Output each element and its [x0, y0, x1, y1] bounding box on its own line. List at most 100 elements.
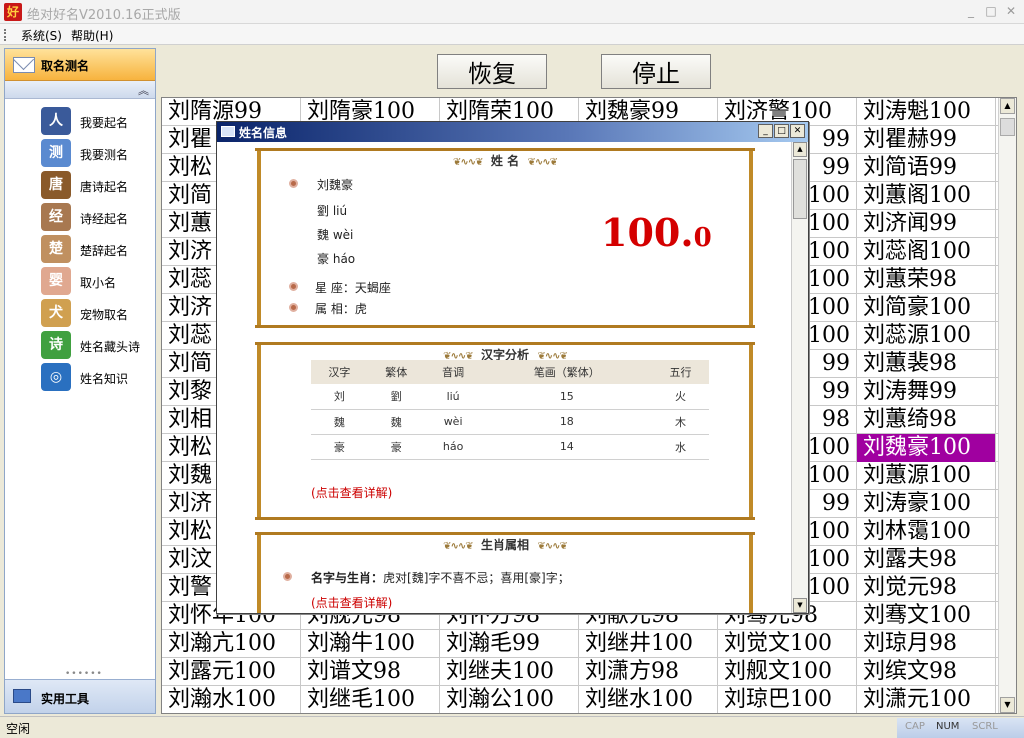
name-cell[interactable]: 刘林霭100 [857, 518, 996, 546]
hanzi-table: 汉字 繁体 音调 笔画（繁体） 五行 刘劉 liú 15 火魏魏 wèi 18 木豪豪 háo 14 水 [311, 360, 709, 460]
name-cell[interactable]: 刘继井100 [579, 630, 718, 658]
menu-help[interactable]: 帮助(H) [71, 27, 113, 44]
sidebar-header-naming[interactable]: 取名测名 [5, 49, 155, 81]
name-cell[interactable]: 刘蕙绮98 [857, 406, 996, 434]
dialog-close-icon[interactable]: ✕ [790, 124, 805, 138]
hanzi-table-header: 笔画（繁体） [481, 360, 653, 384]
name-cell[interactable]: 刘觉文100 [718, 630, 857, 658]
full-name: 刘魏豪 [317, 178, 354, 192]
char-1: 劉 liú [317, 204, 348, 218]
name-cell[interactable]: 刘涛豪100 [857, 490, 996, 518]
dialog-minimize-icon[interactable]: _ [758, 124, 773, 138]
sidebar-item-label: 唐诗起名 [80, 180, 129, 194]
name-cell[interactable]: 刘涛舞99 [857, 378, 996, 406]
name-cell[interactable]: 刘舰文100 [718, 658, 857, 686]
name-cell[interactable]: 刘继夫100 [440, 658, 579, 686]
name-cell[interactable]: 刘蕙源100 [857, 462, 996, 490]
hanzi-table-header: 繁体 [367, 360, 425, 384]
hanzi-table-row: 刘劉 liú 15 火 [311, 384, 709, 410]
name-cell[interactable]: 刘蕙荣98 [857, 266, 996, 294]
hanzi-table-row: 魏魏 wèi 18 木 [311, 409, 709, 435]
zodiac-detail-link[interactable]: (点击查看详解) [311, 594, 392, 611]
name-cell[interactable]: 刘露元100 [162, 658, 301, 686]
bullet-icon [289, 179, 298, 188]
sidebar-item[interactable]: 楚楚辞起名 [5, 233, 155, 265]
sidebar-tools-button[interactable]: 实用工具 [5, 679, 155, 713]
sidebar-item[interactable]: 犬宠物取名 [5, 297, 155, 329]
name-cell[interactable]: 刘简豪100 [857, 294, 996, 322]
stop-button[interactable]: 停止 [601, 54, 711, 89]
name-cell[interactable]: 刘瀚公100 [440, 686, 579, 713]
shijing-icon: 经 [41, 203, 71, 231]
hanzi-table-cell: 刘 [311, 384, 368, 410]
name-cell[interactable]: 刘蕊阁100 [857, 238, 996, 266]
name-cell[interactable]: 刘蕙裴98 [857, 350, 996, 378]
name-cell[interactable]: 刘觉元98 [857, 574, 996, 602]
sidebar-header-label: 取名测名 [41, 59, 90, 73]
name-cell[interactable]: 刘继水100 [579, 686, 718, 713]
name-cell[interactable]: 刘露夫98 [857, 546, 996, 574]
sidebar-collapse-bar[interactable]: ︽ [5, 81, 155, 99]
name-cell[interactable]: 刘谱文98 [301, 658, 440, 686]
name-cell[interactable]: 刘蕊源100 [857, 322, 996, 350]
hanzi-table-cell: 14 [481, 434, 653, 460]
maximize-icon[interactable]: □ [984, 4, 998, 18]
name-cell[interactable]: 刘瀚亢100 [162, 630, 301, 658]
chevron-up-icon[interactable]: ︽ [138, 82, 149, 98]
dialog-scroll-up-icon[interactable]: ▲ [793, 142, 807, 157]
name-cell[interactable]: 刘潇方98 [579, 658, 718, 686]
name-cell[interactable]: 刘潇元100 [857, 686, 996, 713]
person-icon: 人 [41, 107, 71, 135]
cap-indicator: CAP [905, 721, 925, 732]
sidebar-item[interactable]: 测我要测名 [5, 137, 155, 169]
sidebar: 取名测名 ︽ 人我要起名测我要测名唐唐诗起名经诗经起名楚楚辞起名婴取小名犬宠物取… [4, 48, 156, 714]
name-cell[interactable]: 刘琼巴100 [718, 686, 857, 713]
name-section: ❦∿∿❦ 姓 名 ❦∿∿❦ 刘魏豪 劉 liú 魏 wèi 豪 háo 星 座：… [255, 148, 755, 328]
name-cell[interactable]: 刘瞿赫99 [857, 126, 996, 154]
sidebar-item-label: 我要测名 [80, 148, 129, 162]
sidebar-item[interactable]: 诗姓名藏头诗 [5, 329, 155, 361]
name-cell[interactable]: 刘琼月98 [857, 630, 996, 658]
dialog-scrollbar[interactable]: ▲ ▼ [791, 142, 808, 613]
name-cell[interactable]: 刘简语99 [857, 154, 996, 182]
minimize-icon[interactable]: _ [964, 4, 978, 18]
name-cell[interactable]: 刘瀚牛100 [301, 630, 440, 658]
menu-bar: 系统(S) 帮助(H) [0, 24, 1024, 45]
name-cell[interactable]: 刘继毛100 [301, 686, 440, 713]
sidebar-splitter[interactable]: •••••• [65, 669, 103, 679]
hanzi-table-row: 豪豪 háo 14 水 [311, 434, 709, 460]
close-icon[interactable]: ✕ [1004, 4, 1018, 18]
sidebar-item[interactable]: 经诗经起名 [5, 201, 155, 233]
grid-scrollbar[interactable]: ▲ ▼ [998, 98, 1016, 713]
name-cell[interactable]: 刘缤文98 [857, 658, 996, 686]
sidebar-item[interactable]: ◎ 姓名知识 [5, 361, 155, 393]
restore-button[interactable]: 恢复 [437, 54, 547, 89]
scrl-indicator: SCRL [972, 721, 998, 732]
scroll-up-icon[interactable]: ▲ [1000, 98, 1015, 114]
bullet-icon [283, 572, 292, 581]
name-cell[interactable]: 刘瀚毛99 [440, 630, 579, 658]
sidebar-item[interactable]: 人我要起名 [5, 105, 155, 137]
scroll-down-icon[interactable]: ▼ [1000, 697, 1015, 713]
grid-scroll-thumb[interactable] [1000, 118, 1015, 136]
name-cell[interactable]: 刘蕙阁100 [857, 182, 996, 210]
name-cell[interactable]: 刘骞文100 [857, 602, 996, 630]
grid-row: 刘瀚亢100 刘瀚牛100 刘瀚毛99 刘继井100 刘觉文100 刘琼月98 [162, 630, 998, 658]
sidebar-item-label: 诗经起名 [80, 212, 129, 226]
window-icon [221, 126, 235, 137]
dialog-scroll-thumb[interactable] [793, 159, 807, 219]
menu-system[interactable]: 系统(S) [21, 27, 62, 44]
baby-icon: 婴 [41, 267, 71, 295]
zodiac-relation: 名字与生肖：虎对[魏]字不喜不忌；喜用[豪]字； [311, 571, 570, 585]
sidebar-item[interactable]: 婴取小名 [5, 265, 155, 297]
dialog-maximize-icon[interactable]: □ [774, 124, 789, 138]
sidebar-item[interactable]: 唐唐诗起名 [5, 169, 155, 201]
name-cell[interactable]: 刘涛魁100 [857, 98, 996, 126]
name-cell[interactable]: 刘魏豪100 [857, 434, 996, 462]
name-cell[interactable]: 刘济闻99 [857, 210, 996, 238]
hanzi-table-cell: liú [424, 384, 482, 410]
dialog-scroll-down-icon[interactable]: ▼ [793, 598, 807, 613]
sidebar-item-label: 姓名藏头诗 [80, 340, 141, 354]
hanzi-detail-link[interactable]: (点击查看详解) [311, 484, 392, 501]
name-cell[interactable]: 刘瀚水100 [162, 686, 301, 713]
